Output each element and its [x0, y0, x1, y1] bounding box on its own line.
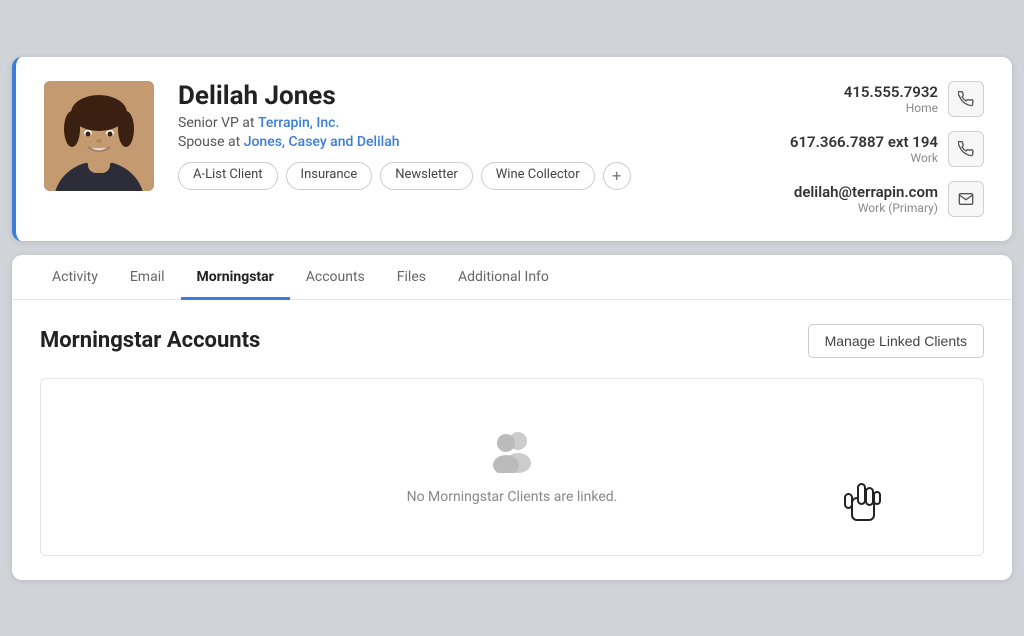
phone-work-label: Work — [790, 151, 938, 165]
contact-spouse: Spouse at Jones, Casey and Delilah — [178, 134, 758, 150]
tab-activity[interactable]: Activity — [36, 255, 114, 300]
tab-morningstar[interactable]: Morningstar — [181, 255, 290, 300]
add-tag-button[interactable]: + — [603, 162, 631, 190]
phone-home-number: 415.555.7932 — [844, 83, 938, 101]
tab-accounts[interactable]: Accounts — [290, 255, 381, 300]
contact-card: Delilah Jones Senior VP at Terrapin, Inc… — [12, 57, 1012, 241]
send-email-button[interactable] — [948, 181, 984, 217]
tag-insurance: Insurance — [286, 162, 373, 190]
avatar — [44, 81, 154, 191]
phone-work-number: 617.366.7887 ext 194 — [790, 133, 938, 151]
contact-role: Senior VP at Terrapin, Inc. — [178, 115, 758, 131]
phone-home-group: 415.555.7932 Home — [844, 81, 984, 117]
tab-additional-info[interactable]: Additional Info — [442, 255, 565, 300]
tabs-section: Activity Email Morningstar Accounts File… — [12, 255, 1012, 580]
contact-info: Delilah Jones Senior VP at Terrapin, Inc… — [178, 81, 758, 190]
tag-newsletter: Newsletter — [380, 162, 473, 190]
spouse-company-link[interactable]: Jones, Casey and Delilah — [244, 134, 400, 150]
call-work-button[interactable] — [948, 131, 984, 167]
empty-state-message: No Morningstar Clients are linked. — [407, 489, 618, 505]
email-address: delilah@terrapin.com — [794, 183, 938, 201]
email-label: Work (Primary) — [794, 201, 938, 215]
tab-files[interactable]: Files — [381, 255, 442, 300]
tags-list: A-List Client Insurance Newsletter Wine … — [178, 162, 758, 190]
tag-a-list: A-List Client — [178, 162, 278, 190]
empty-icon — [486, 429, 538, 477]
manage-linked-clients-button[interactable]: Manage Linked Clients — [808, 324, 984, 358]
call-home-button[interactable] — [948, 81, 984, 117]
tab-content-morningstar: Morningstar Accounts Manage Linked Clien… — [12, 300, 1012, 580]
company-link[interactable]: Terrapin, Inc. — [258, 115, 339, 131]
tag-wine-collector: Wine Collector — [481, 162, 595, 190]
email-group: delilah@terrapin.com Work (Primary) — [794, 181, 984, 217]
tab-email[interactable]: Email — [114, 255, 181, 300]
empty-state: No Morningstar Clients are linked. — [40, 378, 984, 556]
tabs-bar: Activity Email Morningstar Accounts File… — [12, 255, 1012, 300]
contact-actions: 415.555.7932 Home 617.366.7887 ext 194 W… — [790, 81, 984, 217]
phone-home-label: Home — [844, 101, 938, 115]
phone-work-group: 617.366.7887 ext 194 Work — [790, 131, 984, 167]
morningstar-title: Morningstar Accounts — [40, 328, 260, 353]
contact-name: Delilah Jones — [178, 81, 758, 111]
